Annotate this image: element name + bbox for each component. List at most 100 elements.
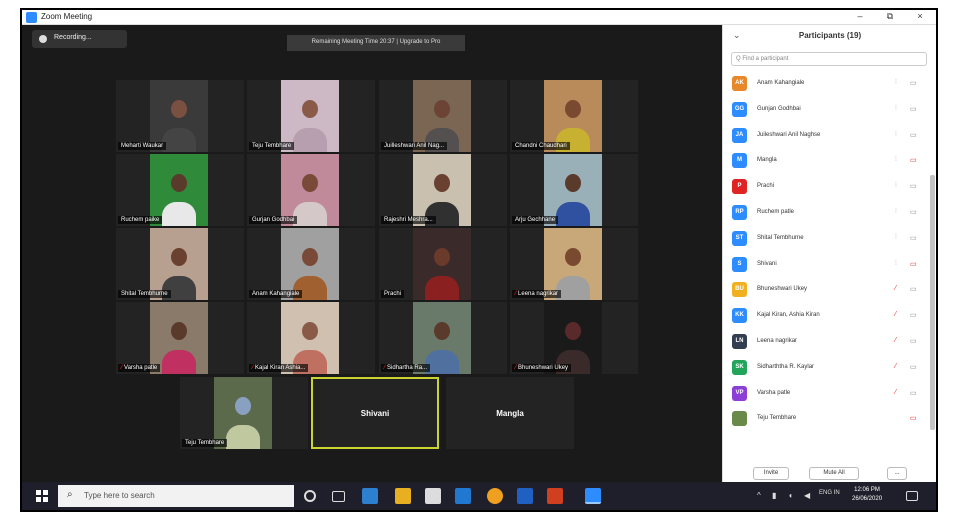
video-tile[interactable]: Teju Tembhare — [247, 80, 375, 152]
participant-row[interactable]: Teju Tembhare ▭ — [723, 406, 936, 432]
avatar: RP — [732, 204, 747, 220]
maximize-button[interactable]: ⧉ — [880, 11, 900, 22]
participant-row-name: Bhuneshwari Ukey — [757, 286, 808, 293]
avatar: S — [732, 256, 747, 272]
participant-row-name: Anam Kahangiale — [757, 80, 805, 86]
file-explorer-icon[interactable] — [395, 488, 411, 504]
video-tile[interactable]: ⁄ Bhuneshwari Ukey — [510, 302, 638, 374]
participant-row[interactable]: ST Shital Tembhurne ⫶ ▭ — [723, 226, 936, 252]
participant-head — [171, 174, 187, 192]
participant-name-label: Arju Gechhane — [512, 216, 559, 224]
camera-icon: ▭ — [910, 208, 917, 216]
participant-name-label: Gurjan Godhbai — [249, 216, 298, 224]
video-tile[interactable]: Arju Gechhane — [510, 154, 638, 226]
video-tile[interactable]: Anam Kahangiale — [247, 228, 375, 300]
participant-row[interactable]: BU Bhuneshwari Ukey ⁄ ▭ — [723, 277, 936, 303]
video-tile[interactable]: Teju Tembhare — [180, 377, 308, 449]
cortana-icon[interactable] — [304, 490, 316, 502]
video-tile[interactable]: ⁄ Varsha patle — [116, 302, 244, 374]
title-bar: Zoom Meeting – ⧉ × — [22, 10, 936, 25]
video-tile[interactable]: Ruchem paike — [116, 154, 244, 226]
windows-start-button[interactable] — [36, 490, 48, 502]
participant-name: Varsha patle — [124, 365, 158, 371]
participant-row[interactable]: JA Juileshwari Anil Naghse ⫶ ▭ — [723, 123, 936, 149]
video-tile[interactable]: Juilleshwari Anil Nag... — [379, 80, 507, 152]
participant-name: Rajeshri Meshra... — [384, 217, 433, 223]
participant-head — [235, 397, 251, 415]
camera-off-icon: ▭ — [910, 415, 917, 423]
participant-name-label: Chandni Chaudhari — [512, 142, 570, 150]
participant-head — [302, 322, 318, 340]
invite-button[interactable]: Invite — [753, 467, 789, 480]
participant-row[interactable]: SK Sidharththa R. Kaylar ⁄ ▭ — [723, 355, 936, 381]
participant-row[interactable]: RP Ruchem patle ⫶ ▭ — [723, 200, 936, 226]
mic-icon: ⫶ — [895, 156, 897, 164]
zoom-taskbar-icon[interactable] — [585, 488, 601, 504]
notifications-icon[interactable] — [906, 491, 918, 501]
show-hidden-icons-icon[interactable]: ^ — [757, 491, 761, 500]
participant-list-scrollbar[interactable] — [930, 175, 935, 430]
mic-muted-icon: ⁄ — [895, 362, 897, 370]
video-tile[interactable]: Gurjan Godhbai — [247, 154, 375, 226]
store-icon[interactable] — [425, 488, 441, 504]
video-tile[interactable]: Meharti Waukar — [116, 80, 244, 152]
participant-name: Chandni Chaudhari — [515, 143, 567, 149]
video-tile[interactable]: Chandni Chaudhari — [510, 80, 638, 152]
avatar: P — [732, 179, 747, 195]
mail-icon[interactable] — [455, 488, 471, 504]
network-icon[interactable]: ◖ — [788, 491, 793, 500]
edge-browser-icon[interactable] — [362, 488, 378, 504]
participant-row[interactable]: M Mangla ⫶ ▭ — [723, 148, 936, 174]
chrome-icon[interactable] — [487, 488, 503, 504]
more-options-button[interactable]: ... — [887, 467, 907, 480]
time-remaining-banner[interactable]: Remaining Meeting Time 20:37 | Upgrade t… — [287, 35, 465, 51]
word-icon[interactable] — [517, 488, 533, 504]
camera-icon: ▭ — [910, 234, 917, 242]
participant-row[interactable]: P Prachi ⫶ ▭ — [723, 174, 936, 200]
system-clock[interactable]: 12:06 PM 26/06/2020 — [852, 486, 882, 504]
video-tile[interactable]: Prachi — [379, 228, 507, 300]
participant-row[interactable]: S Shivani ⫶ ▭ — [723, 252, 936, 278]
video-tile-shivani[interactable]: Shivani — [311, 377, 439, 449]
participant-body — [293, 202, 327, 226]
participant-body — [556, 202, 590, 226]
video-tile[interactable]: Shital Tembhurne — [116, 228, 244, 300]
avatar: VP — [732, 385, 747, 401]
volume-icon[interactable]: ◀ — [804, 491, 810, 500]
language-indicator[interactable]: ENG IN — [819, 490, 849, 497]
video-tile[interactable]: ⁄ Kajal Kiran Ashia... — [247, 302, 375, 374]
participant-row[interactable]: VP Varsha patle ⁄ ▭ — [723, 381, 936, 407]
participant-row-name: Varsha patle — [757, 389, 791, 396]
mic-muted-icon: ⁄ — [121, 365, 123, 371]
mute-all-button[interactable]: Mute All — [809, 467, 859, 480]
camera-icon: ▭ — [910, 363, 917, 371]
close-button[interactable]: × — [910, 11, 930, 21]
search-icon: ⌕ — [67, 489, 73, 500]
participant-row[interactable]: LN Leena nagrikar ⁄ ▭ — [723, 329, 936, 355]
participant-search-input[interactable]: Q Find a participant — [731, 52, 927, 66]
video-tile[interactable]: ⁄ Sidhartha Ra... — [379, 302, 507, 374]
powerpoint-icon[interactable] — [547, 488, 563, 504]
mic-muted-icon: ⁄ — [384, 365, 386, 371]
avatar: BU — [732, 282, 747, 298]
camera-icon: ▭ — [910, 80, 917, 87]
video-tile[interactable]: Rajeshri Meshra... — [379, 154, 507, 226]
battery-icon[interactable]: ▮ — [772, 491, 776, 500]
mic-icon: ⫶ — [895, 233, 897, 241]
video-tile[interactable]: ⁄ Leena nagrikar — [510, 228, 638, 300]
mic-muted-icon: ⁄ — [895, 388, 897, 396]
participant-row[interactable]: KK Kajal Kiran, Ashia Kiran ⁄ ▭ — [723, 303, 936, 329]
participant-name: Arju Gechhane — [515, 217, 556, 223]
participant-row[interactable]: AK Anam Kahangiale ⫶ ▭ — [723, 71, 936, 97]
participant-name-label: Prachi — [381, 290, 405, 298]
participants-footer: Invite Mute All ... — [723, 465, 936, 482]
participant-body — [293, 128, 327, 152]
video-tile-mangla[interactable]: Mangla — [446, 377, 574, 449]
task-view-icon[interactable] — [332, 491, 345, 502]
participant-row[interactable]: GG Gunjan Godhbai ⫶ ▭ — [723, 97, 936, 123]
minimize-button[interactable]: – — [850, 11, 870, 21]
recording-indicator[interactable]: Recording... — [32, 30, 127, 48]
taskbar-search-box[interactable]: ⌕ Type here to search — [58, 485, 294, 507]
participant-name: Leena nagrikar — [518, 291, 559, 297]
record-dot-icon — [39, 35, 47, 43]
